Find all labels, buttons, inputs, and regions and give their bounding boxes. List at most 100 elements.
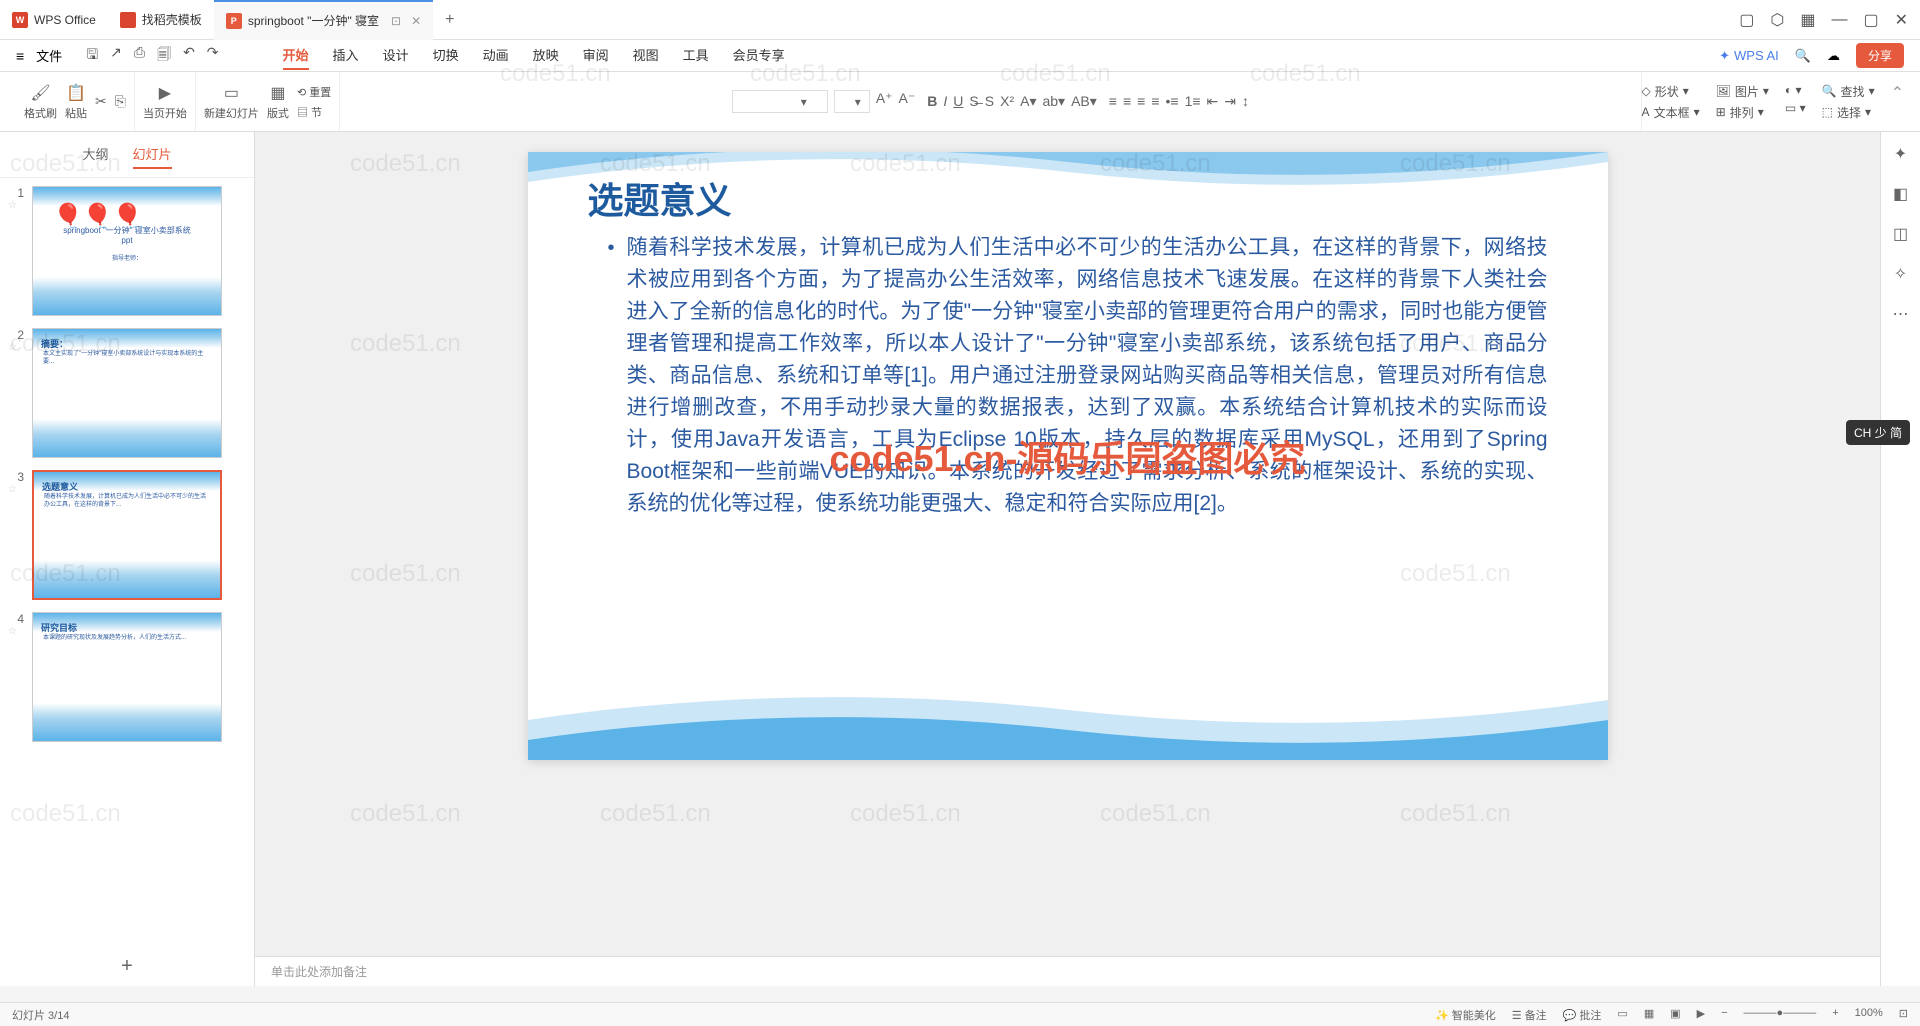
tab-member[interactable]: 会员专享 — [733, 41, 785, 70]
shape-button[interactable]: ◇ 形状 ▾ — [1642, 83, 1700, 100]
tab-transition[interactable]: 切换 — [433, 41, 459, 70]
paste-button[interactable]: 📋 粘贴 — [65, 83, 87, 121]
print-preview-icon[interactable]: 🗐 — [157, 44, 171, 68]
view-normal-icon[interactable]: ▭ — [1617, 1007, 1627, 1023]
tab-review[interactable]: 审阅 — [583, 41, 609, 70]
slide-thumb-1[interactable]: 1☆ springboot "一分钟" 寝室小卖部系统ppt 指导老师： 🎈🎈🎈 — [8, 186, 246, 316]
clear-format-icon[interactable]: AB▾ — [1071, 93, 1097, 110]
format-painter-button[interactable]: 🖌 格式刷 — [24, 83, 57, 121]
slide-thumb-4[interactable]: 4☆ 研究目标 本课题的研究现状及发展趋势分析，人们的生活方式... — [8, 612, 246, 742]
italic-icon[interactable]: I — [943, 93, 947, 110]
bold-icon[interactable]: B — [927, 93, 937, 110]
new-tab-button[interactable]: + — [433, 11, 466, 29]
strike-icon[interactable]: S̶ — [969, 93, 978, 110]
tab-design[interactable]: 设计 — [383, 41, 409, 70]
tab-pin-icon[interactable]: ⊡ — [391, 14, 401, 28]
shadow-icon[interactable]: S — [985, 93, 994, 110]
file-menu[interactable]: 文件 — [36, 46, 62, 65]
panel-tab-slides[interactable]: 幻灯片 — [133, 140, 172, 169]
redo-icon[interactable]: ↷ — [207, 44, 219, 68]
add-slide-button[interactable]: + — [0, 947, 254, 986]
tab-daoke[interactable]: 找稻壳模板 — [108, 0, 214, 40]
bullets-icon[interactable]: •≡ — [1165, 93, 1178, 110]
layout-button[interactable]: ▦ 版式 — [267, 83, 289, 121]
slide-thumb-2[interactable]: 2☆ 摘要： 本文主实现了"一分钟"寝室小卖部系统设计与实现本系统的主要... — [8, 328, 246, 458]
tab-document[interactable]: P springboot "一分钟" 寝室 ⊡ ✕ — [214, 0, 433, 40]
tool-animation-icon[interactable]: ✧ — [1889, 264, 1913, 288]
slide-title[interactable]: 选题意义 — [588, 172, 732, 224]
align-right-icon[interactable]: ≡ — [1137, 93, 1145, 110]
search-icon[interactable]: 🔍 — [1795, 48, 1811, 64]
collapse-ribbon-icon[interactable]: ⌃ — [1891, 83, 1904, 121]
panel-tab-outline[interactable]: 大纲 — [82, 140, 108, 169]
reset-button[interactable]: ⟲ 重置 — [297, 84, 331, 100]
share-button[interactable]: 分享 — [1856, 43, 1904, 68]
zoom-in-icon[interactable]: + — [1832, 1007, 1838, 1023]
font-color-icon[interactable]: A▾ — [1020, 93, 1036, 110]
cloud-icon[interactable]: ☁ — [1827, 48, 1840, 64]
zoom-slider[interactable]: ———●——— — [1744, 1007, 1817, 1023]
comments-toggle[interactable]: 💬 批注 — [1563, 1007, 1602, 1023]
superscript-icon[interactable]: X² — [1000, 93, 1014, 110]
close-icon[interactable]: ✕ — [411, 14, 421, 28]
fit-icon[interactable]: ⊡ — [1899, 1007, 1908, 1023]
select-button[interactable]: ⬚ 选择 ▾ — [1822, 104, 1875, 121]
copy-icon[interactable]: ⎘ — [115, 93, 126, 110]
close-button[interactable]: ✕ — [1895, 10, 1908, 30]
cube-icon[interactable]: ⬡ — [1770, 10, 1784, 30]
slides-list[interactable]: 1☆ springboot "一分钟" 寝室小卖部系统ppt 指导老师： 🎈🎈🎈… — [0, 178, 254, 947]
underline-icon[interactable]: U — [953, 93, 963, 110]
slide-canvas[interactable]: 选题意义 • 随着科学技术发展，计算机已成为人们生活中必不可少的生活办公工具，在… — [528, 152, 1608, 760]
textbox-button[interactable]: A 文本框 ▾ — [1642, 104, 1700, 121]
slide-thumb-3[interactable]: 3☆ 选题意义 随着科学技术发展，计算机已成为人们生活中必不可少的生活办公工具，… — [8, 470, 246, 600]
tool-object-icon[interactable]: ◫ — [1889, 224, 1913, 248]
tab-insert[interactable]: 插入 — [333, 41, 359, 70]
maximize-button[interactable]: ▢ — [1863, 10, 1878, 30]
section-button[interactable]: ▤ 节 — [297, 104, 331, 120]
zoom-out-icon[interactable]: − — [1721, 1007, 1727, 1023]
fontsize-dropdown[interactable]: ▾ — [834, 90, 870, 113]
increase-font-icon[interactable]: A⁺ — [876, 90, 893, 113]
export-icon[interactable]: ↗ — [110, 44, 122, 68]
app-menu-icon[interactable]: ▢ — [1739, 10, 1754, 30]
print-icon[interactable]: ⎙ — [134, 44, 145, 68]
arrange-button[interactable]: ⊞ 排列 ▾ — [1716, 104, 1769, 121]
tab-animation[interactable]: 动画 — [483, 41, 509, 70]
picture-button[interactable]: 🖼 图片 ▾ — [1716, 83, 1769, 100]
tool-design-icon[interactable]: ◧ — [1889, 184, 1913, 208]
notes-toggle[interactable]: ☰ 备注 — [1512, 1007, 1547, 1023]
align-center-icon[interactable]: ≡ — [1123, 93, 1131, 110]
smart-beautify-button[interactable]: ✨ 智能美化 — [1435, 1007, 1496, 1023]
highlight-icon[interactable]: ab▾ — [1042, 93, 1065, 110]
tab-wps-office[interactable]: W WPS Office — [0, 0, 108, 40]
align-justify-icon[interactable]: ≡ — [1151, 93, 1159, 110]
from-beginning-button[interactable]: ▶ 当页开始 — [143, 83, 187, 121]
tab-start[interactable]: 开始 — [283, 41, 309, 70]
hamburger-icon[interactable]: ≡ — [16, 48, 24, 64]
minimize-button[interactable]: — — [1831, 11, 1847, 29]
style-button[interactable]: ◐ ▾ — [1785, 83, 1806, 97]
new-slide-button[interactable]: ▭ 新建幻灯片 — [204, 83, 259, 121]
view-reading-icon[interactable]: ▣ — [1670, 1007, 1680, 1023]
tab-slideshow[interactable]: 放映 — [533, 41, 559, 70]
find-button[interactable]: 🔍 查找 ▾ — [1822, 83, 1875, 100]
tab-tools[interactable]: 工具 — [683, 41, 709, 70]
tool-ai-icon[interactable]: ✦ — [1889, 144, 1913, 168]
grid-icon[interactable]: ▦ — [1800, 10, 1815, 30]
align-left-icon[interactable]: ≡ — [1109, 93, 1117, 110]
indent-more-icon[interactable]: ⇥ — [1224, 93, 1236, 110]
undo-icon[interactable]: ↶ — [183, 44, 195, 68]
zoom-level[interactable]: 100% — [1855, 1007, 1883, 1023]
tool-more-icon[interactable]: ⋯ — [1889, 304, 1913, 328]
numbering-icon[interactable]: 1≡ — [1185, 93, 1201, 110]
view-slideshow-icon[interactable]: ▶ — [1697, 1007, 1705, 1023]
notes-area[interactable]: 单击此处添加备注 — [255, 956, 1880, 986]
wps-ai-button[interactable]: ✦ WPS AI — [1719, 48, 1779, 64]
font-dropdown[interactable]: ▾ — [732, 90, 828, 113]
save-icon[interactable]: 🖫 — [86, 44, 98, 68]
fill-button[interactable]: ▭ ▾ — [1785, 101, 1806, 115]
view-sorter-icon[interactable]: ▦ — [1644, 1007, 1654, 1023]
decrease-font-icon[interactable]: A⁻ — [899, 90, 916, 113]
indent-less-icon[interactable]: ⇤ — [1207, 93, 1219, 110]
tab-view[interactable]: 视图 — [633, 41, 659, 70]
